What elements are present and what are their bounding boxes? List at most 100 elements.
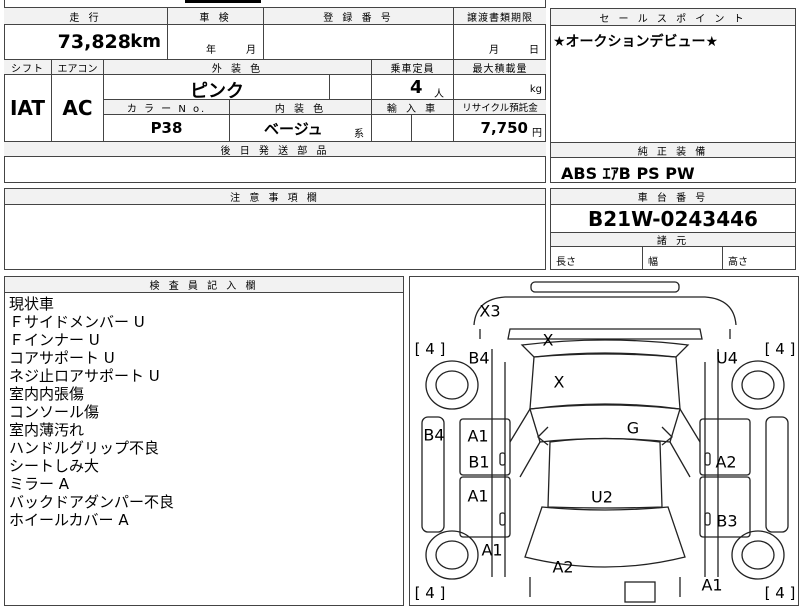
inspector-line: コンソール傷 (9, 403, 100, 421)
capacity-header: 乗車定員 (372, 60, 454, 75)
inspection-year: 年 (206, 45, 216, 56)
interior-color-cell: ベージュ 系 (230, 115, 372, 142)
inspector-line: ホイールカバー A (9, 511, 129, 529)
import-header: 輸 入 車 (372, 100, 454, 115)
interior-color-header: 内 装 色 (230, 100, 372, 115)
wheel-front-right (731, 530, 785, 580)
top-cut-mark (185, 0, 261, 3)
tire-front-left: [ 4 ] (414, 584, 446, 602)
inspector-line: 室内内張傷 (9, 385, 85, 403)
wheel-rear-right (731, 360, 785, 410)
after-parts-header: 後 日 発 送 部 品 (4, 142, 546, 157)
sales-point-header: セ ー ル ス ポ イ ン ト (551, 9, 795, 26)
mark-g: G (626, 418, 640, 438)
mark-u4: U4 (716, 348, 738, 368)
interior-color-suffix: 系 (354, 129, 364, 140)
inspector-lines: 現状車 Ｆサイドメンバー U Ｆインナー U コアサポート U ネジ止ロアサポー… (9, 295, 174, 529)
front-hood (524, 506, 686, 568)
sales-point-box: セ ー ル ス ポ イ ン ト ★オークションデビュー★ (550, 8, 796, 143)
length-label: 長さ (556, 257, 576, 268)
inspection-month: 月 (246, 45, 256, 56)
inspector-line: Ｆインナー U (9, 331, 100, 349)
width-label: 幅 (648, 257, 658, 268)
inspector-line: ミラー A (9, 475, 70, 493)
transfer-month: 月 (489, 45, 499, 56)
right-side-skirt (765, 416, 789, 533)
color-no-value: P38 (104, 115, 230, 142)
handle (499, 512, 506, 526)
height-label: 高さ (728, 257, 748, 268)
rear-bumper-top (530, 281, 680, 293)
notes-box: 注 意 事 項 欄 (4, 188, 546, 270)
chassis-number: B21W-0243446 (588, 206, 758, 231)
mark-a1-door2: A1 (467, 486, 489, 506)
interior-color-value: ベージュ (264, 120, 323, 138)
roof (529, 352, 681, 410)
exterior-color-header: 外 装 色 (104, 60, 372, 75)
equipment-box: 純 正 装 備 ABS ｴｱB PS PW (550, 142, 796, 183)
inspector-line: Ｆサイドメンバー U (9, 313, 145, 331)
rear-bumper (473, 296, 737, 326)
mark-a1-front-right: A1 (701, 575, 723, 595)
inspection-header: 車 検 (168, 8, 264, 25)
mark-a2-right: A2 (715, 452, 737, 472)
mark-upper-x: X (542, 330, 554, 350)
front-plate (624, 581, 656, 603)
mark-roof-x: X (553, 372, 565, 392)
mark-a1-front: A1 (481, 540, 503, 560)
exterior-color-cell: ピンク (104, 75, 330, 102)
inspector-line: ハンドルグリップ不良 (9, 439, 160, 457)
transfer-day: 日 (529, 45, 539, 56)
body-sides (491, 349, 719, 577)
mark-rear-x3: X3 (479, 301, 501, 321)
inspector-line: シートしみ大 (9, 457, 100, 475)
height-cell: 高さ (723, 247, 795, 269)
handle (704, 452, 711, 466)
handle (704, 512, 711, 526)
top-cut-row (4, 0, 546, 8)
chassis-box: 車 台 番 号 B21W-0243446 諸 元 長さ 幅 高さ (550, 188, 796, 270)
mark-u2: U2 (591, 487, 613, 507)
car-diagram-box: [ 4 ] [ 4 ] [ 4 ] [ 4 ] X3 X B4 U4 X G B… (409, 276, 799, 606)
shift-value: IAT (4, 75, 52, 142)
mileage-cell: 73,828 km (4, 25, 168, 60)
inspector-box: 検 査 員 記 入 欄 現状車 Ｆサイドメンバー U Ｆインナー U コアサポー… (4, 276, 404, 606)
wheel-front-left (425, 530, 479, 580)
inspector-line: ネジ止ロアサポート U (9, 367, 160, 385)
notes-header: 注 意 事 項 欄 (5, 189, 545, 205)
recycle-unit: 円 (532, 128, 542, 139)
inspection-cell: 年 月 (168, 25, 264, 60)
import-cell-b (412, 115, 454, 142)
windshield (529, 403, 681, 443)
color-no-header: カ ラ ー N o. (104, 100, 230, 115)
mark-a1-door1: A1 (467, 426, 489, 446)
tire-rear-left: [ 4 ] (414, 340, 446, 358)
recycle-value: 7,750 (480, 119, 528, 137)
max-load-unit: kg (529, 84, 542, 95)
sales-point-text: ★オークションデビュー★ (553, 34, 719, 50)
mark-b1: B1 (468, 452, 490, 472)
capacity-value: 4 (410, 77, 423, 98)
inspector-line: バックドアダンパー不良 (9, 493, 175, 511)
aircon-value: AC (52, 75, 104, 142)
capacity-cell: 4 人 (372, 75, 454, 100)
max-load-header: 最大積載量 (454, 60, 546, 75)
equipment-text: ABS ｴｱB PS PW (561, 164, 695, 183)
inspector-header: 検 査 員 記 入 欄 (5, 277, 403, 293)
import-cell-a (372, 115, 412, 142)
aircon-header: エアコン (52, 60, 104, 75)
shift-header: シフト (4, 60, 52, 75)
width-cell: 幅 (643, 247, 723, 269)
handle (499, 452, 506, 466)
tire-front-right: [ 4 ] (764, 584, 796, 602)
wheel-rear-left (425, 360, 479, 410)
mark-a2-hood: A2 (552, 557, 574, 577)
transfer-deadline-cell: 月 日 (454, 25, 546, 60)
inspector-line: 現状車 (9, 295, 55, 313)
inspector-line: 室内薄汚れ (9, 421, 85, 439)
inspector-line: コアサポート U (9, 349, 115, 367)
registration-cell (264, 25, 454, 60)
max-load-cell: kg (454, 75, 546, 100)
mark-b4-side: B4 (423, 425, 445, 445)
transfer-deadline-header: 譲渡書類期限 (454, 8, 546, 25)
